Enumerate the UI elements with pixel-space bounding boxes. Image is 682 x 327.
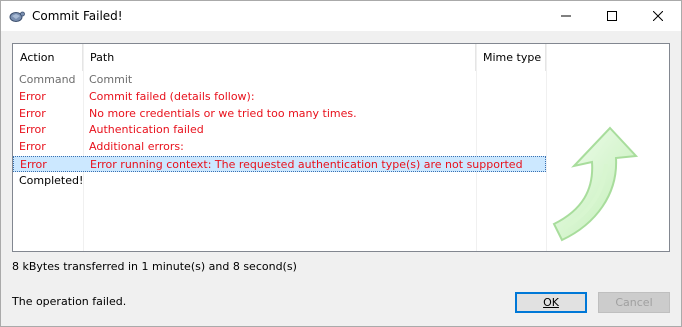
list-item[interactable]: Error Additional errors: xyxy=(13,139,546,155)
column-header-mime-type[interactable]: Mime type xyxy=(476,44,546,71)
column-header-action[interactable]: Action xyxy=(13,44,83,71)
list-item[interactable]: Error Error running context: The requeste… xyxy=(13,156,546,172)
list-item[interactable]: Command Commit xyxy=(13,72,546,88)
maximize-button[interactable] xyxy=(589,1,635,31)
close-button[interactable] xyxy=(635,1,681,31)
row-action: Error xyxy=(19,89,46,103)
transfer-summary: 8 kBytes transferred in 1 minute(s) and … xyxy=(12,260,297,273)
tortoise-icon xyxy=(9,8,25,24)
title-bar: Commit Failed! xyxy=(1,1,681,31)
results-list[interactable]: Action Path Mime type Command Commit Error… xyxy=(12,43,670,252)
maximize-icon xyxy=(607,11,617,21)
commit-failed-dialog: Commit Failed! Action Path Mime type Com… xyxy=(0,0,682,327)
list-item[interactable]: Error Authentication failed xyxy=(13,122,546,138)
row-path: Additional errors: xyxy=(89,140,184,154)
window-title: Commit Failed! xyxy=(32,9,123,23)
cancel-button: Cancel xyxy=(598,292,670,313)
row-action: Completed! xyxy=(19,173,84,187)
row-action: Error xyxy=(19,106,46,120)
close-icon xyxy=(653,11,663,21)
ok-button[interactable]: OK xyxy=(515,292,587,313)
ok-button-label: OK xyxy=(543,296,559,309)
row-action: Command xyxy=(19,73,76,86)
column-divider xyxy=(546,44,547,251)
row-action: Error xyxy=(19,123,46,137)
list-item[interactable]: Error No more credentials or we tried too… xyxy=(13,106,546,122)
row-action: Error xyxy=(20,158,47,171)
cancel-button-label: Cancel xyxy=(615,296,653,309)
green-arrow-icon xyxy=(552,126,638,242)
row-action: Error xyxy=(19,140,46,154)
operation-result: The operation failed. xyxy=(12,295,127,308)
list-item[interactable]: Completed! xyxy=(13,173,546,189)
row-path: Authentication failed xyxy=(89,123,204,137)
list-item[interactable]: Error Commit failed (details follow): xyxy=(13,89,546,105)
row-path: Commit failed (details follow): xyxy=(89,89,255,103)
row-path: No more credentials or we tried too many… xyxy=(89,106,357,120)
row-path: Error running context: The requested aut… xyxy=(90,158,523,171)
column-header-path[interactable]: Path xyxy=(83,44,476,71)
minimize-button[interactable] xyxy=(543,1,589,31)
minimize-icon xyxy=(561,15,571,17)
row-path: Commit xyxy=(89,73,133,86)
